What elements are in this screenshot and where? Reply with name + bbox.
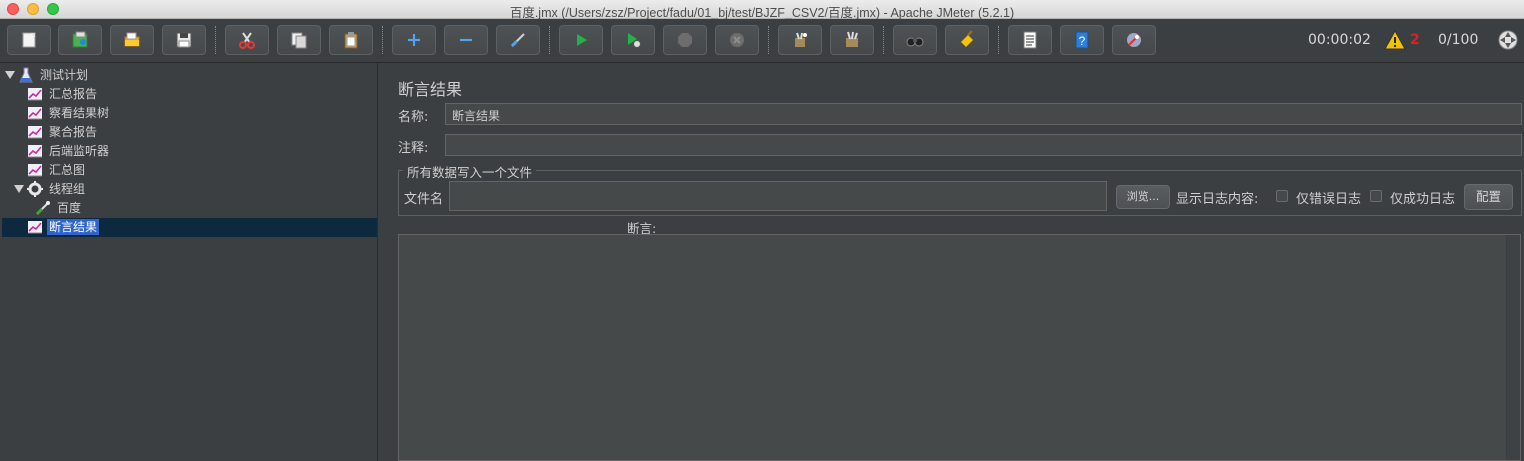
test-plan-tree: 测试计划 汇总报告 察看结果树 聚合报告 后端监听器 汇总图 线程组 百度 断言… bbox=[0, 63, 378, 461]
open-button[interactable] bbox=[110, 25, 154, 55]
warning-icon[interactable] bbox=[1384, 30, 1406, 50]
toggle-icon bbox=[510, 33, 525, 48]
tree-item-assertion-results[interactable]: 断言结果 bbox=[27, 218, 100, 236]
vertical-scrollbar[interactable] bbox=[1506, 235, 1520, 460]
elapsed-time: 00:00:02 bbox=[1308, 32, 1371, 48]
copy-icon bbox=[291, 32, 307, 49]
tree-item-label: 汇总报告 bbox=[49, 87, 98, 101]
title-bar: 百度.jmx (/Users/zsz/Project/fadu/01_bj/te… bbox=[0, 0, 1524, 20]
templates-button[interactable] bbox=[58, 25, 102, 55]
start-no-pauses-icon bbox=[628, 33, 641, 48]
name-label: 名称: bbox=[398, 110, 429, 125]
tree-item-label: 察看结果树 bbox=[49, 106, 110, 120]
tree-item-summary-report[interactable]: 汇总报告 bbox=[27, 85, 99, 103]
clear-icon bbox=[795, 32, 807, 47]
expand-all-button[interactable] bbox=[392, 25, 436, 55]
tree-item-aggregate-report[interactable]: 聚合报告 bbox=[27, 123, 99, 141]
filename-label: 文件名 bbox=[404, 192, 444, 207]
shutdown-button[interactable] bbox=[715, 25, 759, 55]
collapse-icon bbox=[460, 38, 472, 42]
tree-expanded-icon[interactable] bbox=[5, 70, 15, 80]
test-plan-icon bbox=[19, 67, 33, 83]
tree-item-label: 聚合报告 bbox=[49, 125, 98, 139]
globe-icon[interactable] bbox=[1497, 29, 1519, 51]
tree-item-label: 后端监听器 bbox=[49, 144, 110, 158]
comment-label: 注释: bbox=[398, 141, 429, 156]
tree-item-label: 百度 bbox=[57, 201, 82, 215]
help-icon: ? bbox=[1075, 31, 1089, 49]
start-button[interactable] bbox=[559, 25, 603, 55]
tree-item-test-plan[interactable]: 测试计划 bbox=[5, 66, 90, 84]
file-output-group-title: 所有数据写入一个文件 bbox=[403, 162, 537, 181]
function-helper-button[interactable] bbox=[1008, 25, 1052, 55]
toolbar: ? 00:00:02 2 0/100 bbox=[0, 19, 1524, 63]
listener-icon bbox=[28, 88, 42, 101]
errors-only-checkbox[interactable] bbox=[1276, 190, 1288, 202]
tree-item-summary-graph[interactable]: 汇总图 bbox=[27, 161, 87, 179]
reset-search-icon bbox=[961, 30, 973, 47]
comment-field[interactable] bbox=[445, 134, 1522, 156]
tree-item-label: 测试计划 bbox=[40, 68, 89, 82]
errors-only-label[interactable]: 仅错误日志 bbox=[1296, 188, 1361, 207]
paste-icon bbox=[344, 32, 358, 49]
tree-item-view-results-tree[interactable]: 察看结果树 bbox=[27, 104, 111, 122]
collapse-all-button[interactable] bbox=[444, 25, 488, 55]
search-icon bbox=[906, 37, 924, 47]
toggle-button[interactable] bbox=[496, 25, 540, 55]
function-helper-icon bbox=[1023, 31, 1037, 49]
thread-count: 0/100 bbox=[1438, 32, 1479, 48]
tree-item-baidu-sampler[interactable]: 百度 bbox=[35, 199, 83, 217]
listener-icon bbox=[28, 145, 42, 158]
clear-button[interactable] bbox=[778, 25, 822, 55]
sampler-icon bbox=[35, 201, 50, 216]
clear-all-icon bbox=[846, 31, 858, 47]
name-field[interactable]: 断言结果 bbox=[445, 103, 1522, 125]
open-icon bbox=[124, 32, 140, 47]
tree-item-thread-group[interactable]: 线程组 bbox=[14, 180, 87, 198]
tree-expanded-icon[interactable] bbox=[14, 184, 24, 194]
thread-group-icon bbox=[27, 181, 43, 197]
start-icon bbox=[577, 34, 587, 46]
success-only-checkbox[interactable] bbox=[1370, 190, 1382, 202]
listener-icon bbox=[28, 164, 42, 177]
listener-icon bbox=[28, 107, 42, 120]
save-button[interactable] bbox=[162, 25, 206, 55]
start-no-pauses-button[interactable] bbox=[611, 25, 655, 55]
configure-button[interactable]: 配置 bbox=[1464, 184, 1513, 210]
cut-button[interactable] bbox=[225, 25, 269, 55]
clear-all-button[interactable] bbox=[830, 25, 874, 55]
shutdown-icon bbox=[730, 33, 744, 47]
warning-count[interactable]: 2 bbox=[1410, 32, 1420, 48]
stop-icon bbox=[678, 33, 692, 47]
remote-icon bbox=[1127, 33, 1141, 47]
log-display-label: 显示日志内容: bbox=[1176, 192, 1259, 207]
tree-item-label: 汇总图 bbox=[49, 163, 86, 177]
new-icon bbox=[22, 32, 36, 48]
assertion-results-textarea[interactable] bbox=[398, 234, 1521, 461]
reset-search-button[interactable] bbox=[945, 25, 989, 55]
listener-icon bbox=[28, 221, 42, 234]
remote-button[interactable] bbox=[1112, 25, 1156, 55]
listener-icon bbox=[28, 126, 42, 139]
tree-item-label: 断言结果 bbox=[47, 219, 100, 235]
stop-button[interactable] bbox=[663, 25, 707, 55]
new-button[interactable] bbox=[7, 25, 51, 55]
assertion-results-panel: 断言结果 名称: 断言结果 注释: 所有数据写入一个文件 文件名 浏览... 显… bbox=[379, 63, 1524, 461]
help-button[interactable]: ? bbox=[1060, 25, 1104, 55]
success-only-label[interactable]: 仅成功日志 bbox=[1390, 188, 1455, 207]
expand-icon bbox=[408, 34, 420, 46]
copy-button[interactable] bbox=[277, 25, 321, 55]
save-icon bbox=[176, 32, 192, 48]
panel-title: 断言结果 bbox=[398, 80, 463, 99]
search-button[interactable] bbox=[893, 25, 937, 55]
paste-button[interactable] bbox=[329, 25, 373, 55]
tree-item-backend-listener[interactable]: 后端监听器 bbox=[27, 142, 111, 160]
tree-item-label: 线程组 bbox=[49, 182, 86, 196]
svg-text:?: ? bbox=[1079, 34, 1086, 48]
browse-button[interactable]: 浏览... bbox=[1116, 185, 1170, 209]
filename-field[interactable] bbox=[449, 181, 1107, 211]
templates-icon bbox=[72, 31, 88, 48]
cut-icon bbox=[239, 32, 255, 49]
